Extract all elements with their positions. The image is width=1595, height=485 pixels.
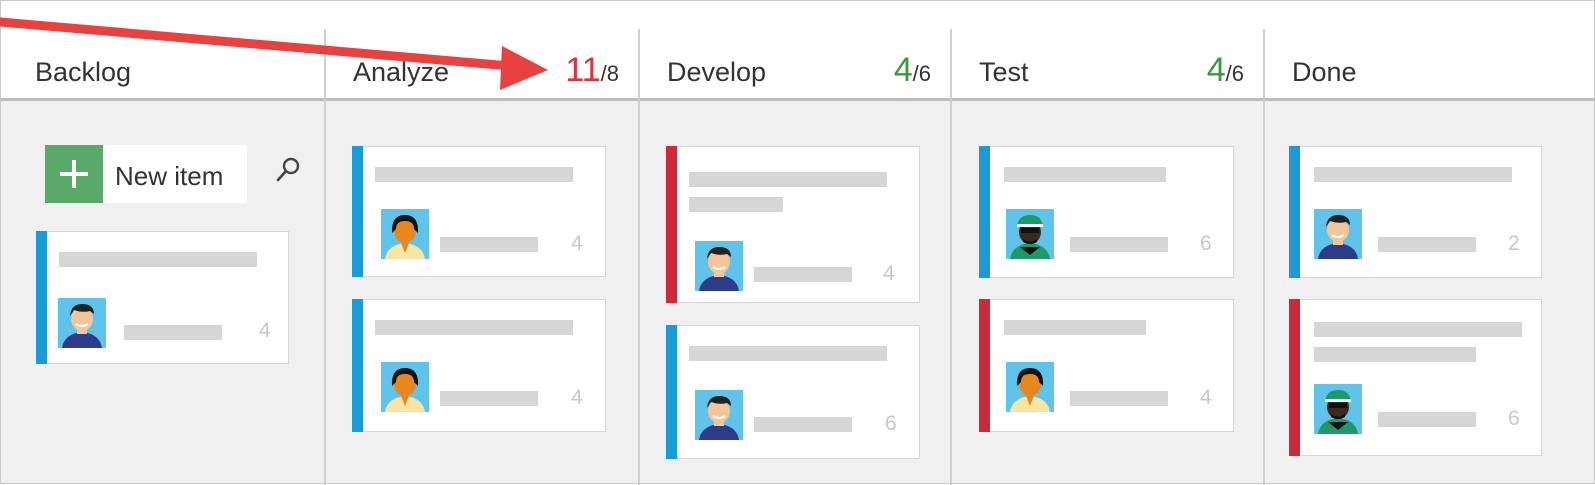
work-item-card[interactable]: 4 <box>666 146 920 303</box>
wip-current: 4 <box>1206 51 1226 89</box>
card-type-bar <box>979 299 990 432</box>
column-divider <box>1263 29 1265 485</box>
card-assignee-placeholder <box>1378 412 1476 427</box>
column-title: Develop <box>667 57 767 87</box>
wip-count: 4/6 <box>894 51 931 90</box>
column-divider <box>324 29 326 485</box>
wip-limit: /8 <box>600 61 619 86</box>
card-title-placeholder <box>689 346 887 361</box>
card-estimate: 4 <box>1200 386 1212 409</box>
card-estimate: 6 <box>1200 232 1212 255</box>
avatar-woman-orange <box>381 362 429 412</box>
card-assignee-placeholder <box>754 417 852 432</box>
column-title: Backlog <box>35 57 132 87</box>
work-item-card[interactable]: 4 <box>36 231 289 364</box>
wip-current: 4 <box>893 51 913 89</box>
card-assignee-placeholder <box>124 325 222 340</box>
card-type-bar <box>36 231 47 364</box>
kanban-board: Backlog Analyze 11/8 Develop 4/6 Test 4/… <box>0 0 1595 485</box>
card-assignee-placeholder <box>1070 237 1168 252</box>
card-estimate: 4 <box>259 319 271 342</box>
plus-icon <box>45 145 103 203</box>
avatar-man-dark-hair <box>1314 209 1362 259</box>
work-item-card[interactable]: 6 <box>666 325 920 459</box>
search-icon[interactable] <box>273 155 303 185</box>
column-title: Done <box>1292 57 1357 87</box>
work-item-card[interactable]: 4 <box>352 299 606 432</box>
card-title-placeholder <box>375 320 573 335</box>
card-assignee-placeholder <box>440 237 538 252</box>
card-assignee-placeholder <box>1070 391 1168 406</box>
avatar-woman-orange <box>1006 362 1054 412</box>
card-estimate: 4 <box>571 386 583 409</box>
wip-count: 11/8 <box>565 51 619 90</box>
card-estimate: 6 <box>885 412 897 435</box>
avatar-man-dark-hair <box>58 298 106 348</box>
card-title-placeholder <box>1314 322 1522 337</box>
card-title-placeholder <box>1314 347 1476 362</box>
avatar-woman-orange <box>381 209 429 259</box>
card-title-placeholder <box>375 167 573 182</box>
column-title: Test <box>979 57 1029 87</box>
card-type-bar <box>352 146 363 277</box>
card-type-bar <box>979 146 990 278</box>
avatar-man-green-cap <box>1314 384 1362 434</box>
column-divider <box>638 29 640 485</box>
card-type-bar <box>666 146 677 303</box>
card-assignee-placeholder <box>1378 237 1476 252</box>
column-header-analyze[interactable]: Analyze 11/8 <box>325 29 639 101</box>
card-estimate: 4 <box>883 262 895 285</box>
column-title: Analyze <box>353 57 450 87</box>
column-header-backlog[interactable]: Backlog <box>7 29 325 101</box>
column-divider <box>950 29 952 485</box>
card-title-placeholder <box>1004 167 1166 182</box>
card-title-placeholder <box>689 197 783 212</box>
wip-count: 4/6 <box>1207 51 1244 90</box>
wip-limit: /6 <box>912 61 931 86</box>
card-assignee-placeholder <box>754 267 852 282</box>
card-title-placeholder <box>1314 167 1512 182</box>
column-header-done[interactable]: Done <box>1264 29 1594 101</box>
card-estimate: 2 <box>1508 232 1520 255</box>
column-header-develop[interactable]: Develop 4/6 <box>639 29 951 101</box>
new-item-label: New item <box>115 161 224 191</box>
avatar-man-dark-hair <box>695 241 743 291</box>
card-assignee-placeholder <box>440 391 538 406</box>
card-type-bar <box>1289 299 1300 456</box>
work-item-card[interactable]: 6 <box>1289 299 1542 456</box>
avatar-man-green-cap <box>1006 209 1054 259</box>
card-title-placeholder <box>59 252 257 267</box>
wip-current: 11 <box>565 51 601 89</box>
work-item-card[interactable]: 6 <box>979 146 1234 278</box>
card-type-bar <box>352 299 363 432</box>
card-type-bar <box>666 325 677 459</box>
wip-limit: /6 <box>1225 61 1244 86</box>
card-title-placeholder <box>1004 320 1146 335</box>
work-item-card[interactable]: 4 <box>352 146 606 277</box>
avatar-man-dark-hair <box>695 390 743 440</box>
card-estimate: 6 <box>1508 407 1520 430</box>
card-type-bar <box>1289 146 1300 278</box>
card-estimate: 4 <box>571 232 583 255</box>
column-header-test[interactable]: Test 4/6 <box>951 29 1264 101</box>
work-item-card[interactable]: 4 <box>979 299 1234 432</box>
work-item-card[interactable]: 2 <box>1289 146 1542 278</box>
card-title-placeholder <box>689 172 887 187</box>
new-item-button[interactable]: New item <box>45 145 247 203</box>
